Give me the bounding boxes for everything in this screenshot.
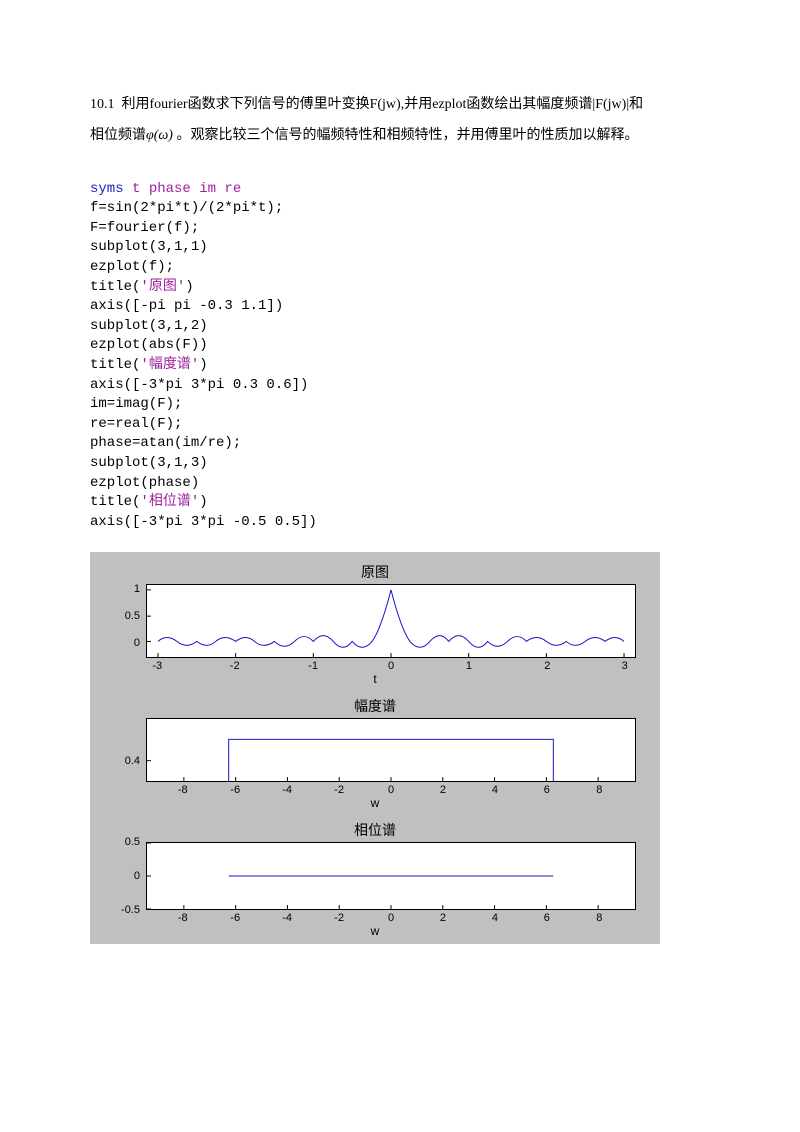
- code-line: ezplot(f);: [90, 259, 174, 275]
- y-tick: 1: [134, 583, 140, 595]
- y-ticks-3: 0.5 0 -0.5: [104, 842, 142, 910]
- x-tick: 2: [544, 660, 550, 672]
- x-tick: -2: [334, 784, 344, 796]
- problem-line1: 利用fourier函数求下列信号的傅里叶变换F(jw),并用ezplot函数绘出…: [122, 97, 644, 112]
- subplot-2: 幅度谱 0.4: [104, 696, 646, 810]
- x-tick: 0: [388, 660, 394, 672]
- x-tick: -2: [230, 660, 240, 672]
- subplot-1: 原图 1 0.5 0: [104, 562, 646, 686]
- x-ticks-2: -8 -6 -4 -2 0 2 4 6 8: [146, 784, 636, 798]
- x-tick: -6: [230, 784, 240, 796]
- problem-statement: 10.1 利用fourier函数求下列信号的傅里叶变换F(jw),并用ezplo…: [90, 90, 710, 152]
- y-tick: -0.5: [121, 904, 140, 916]
- keyword-syms: syms: [90, 181, 124, 197]
- matlab-code: syms t phase im re f=sin(2*pi*t)/(2*pi*t…: [90, 180, 710, 533]
- x-tick: -4: [282, 784, 292, 796]
- code-line: subplot(3,1,1): [90, 239, 208, 255]
- y-tick: 0: [134, 870, 140, 882]
- x-tick: 3: [622, 660, 628, 672]
- code-line: re=real(F);: [90, 416, 182, 432]
- x-tick: 1: [466, 660, 472, 672]
- syms-vars: t phase im re: [124, 181, 242, 197]
- problem-number: 10.1: [90, 97, 115, 112]
- code-line: ezplot(abs(F)): [90, 337, 208, 353]
- string-literal: '幅度谱': [140, 357, 199, 373]
- problem-line2a: 相位频谱: [90, 128, 146, 143]
- code-line: phase=atan(im/re);: [90, 435, 241, 451]
- string-literal: '原图': [140, 279, 185, 295]
- code-line: title(: [90, 279, 140, 295]
- x-tick: 4: [492, 912, 498, 924]
- y-tick: 0.4: [125, 755, 140, 767]
- code-line: ezplot(phase): [90, 475, 199, 491]
- x-label-1: t: [104, 672, 646, 686]
- subplot-3-title: 相位谱: [104, 820, 646, 840]
- plot-box-3: [146, 842, 636, 910]
- rect-curve: [229, 740, 554, 782]
- x-tick: 0: [388, 912, 394, 924]
- x-tick: -8: [178, 784, 188, 796]
- x-tick: -1: [308, 660, 318, 672]
- x-tick: -4: [282, 912, 292, 924]
- x-tick: -6: [230, 912, 240, 924]
- string-literal: '相位谱': [140, 494, 199, 510]
- x-tick: 4: [492, 784, 498, 796]
- matlab-figure: 原图 1 0.5 0: [90, 552, 660, 944]
- x-tick: 2: [440, 912, 446, 924]
- x-ticks-3: -8 -6 -4 -2 0 2 4 6 8: [146, 912, 636, 926]
- x-ticks-1: -3 -2 -1 0 1 2 3: [146, 660, 636, 674]
- x-tick: 6: [544, 912, 550, 924]
- code-line: f=sin(2*pi*t)/(2*pi*t);: [90, 200, 283, 216]
- code-line: ): [199, 494, 207, 510]
- x-tick: 8: [596, 784, 602, 796]
- x-tick: 2: [440, 784, 446, 796]
- x-tick: -2: [334, 912, 344, 924]
- plot-box-2: [146, 718, 636, 782]
- document-page: 10.1 利用fourier函数求下列信号的傅里叶变换F(jw),并用ezplo…: [0, 0, 800, 984]
- code-line: subplot(3,1,3): [90, 455, 208, 471]
- axes-3: 0.5 0 -0.5: [104, 842, 646, 926]
- code-line: subplot(3,1,2): [90, 318, 208, 334]
- sinc-curve: [158, 590, 624, 647]
- y-ticks-1: 1 0.5 0: [104, 584, 142, 658]
- axes-2: 0.4: [104, 718, 646, 798]
- code-line: axis([-pi pi -0.3 1.1]): [90, 298, 283, 314]
- x-tick: 6: [544, 784, 550, 796]
- y-tick: 0: [134, 637, 140, 649]
- subplot-3: 相位谱 0.5 0 -0.5: [104, 820, 646, 938]
- code-line: title(: [90, 357, 140, 373]
- subplot-2-title: 幅度谱: [104, 696, 646, 716]
- plot-box-1: [146, 584, 636, 658]
- code-line: axis([-3*pi 3*pi 0.3 0.6]): [90, 377, 308, 393]
- x-tick: 0: [388, 784, 394, 796]
- code-line: F=fourier(f);: [90, 220, 199, 236]
- x-tick: -3: [152, 660, 162, 672]
- y-ticks-2: 0.4: [104, 718, 142, 782]
- x-tick: -8: [178, 912, 188, 924]
- code-line: im=imag(F);: [90, 396, 182, 412]
- x-label-3: w: [104, 924, 646, 938]
- y-tick: 0.5: [125, 610, 140, 622]
- axes-1: 1 0.5 0: [104, 584, 646, 674]
- problem-line2b: 。观察比较三个信号的幅频特性和相频特性，并用傅里叶的性质加以解释。: [176, 128, 638, 143]
- code-line: ): [185, 279, 193, 295]
- x-tick: 8: [596, 912, 602, 924]
- y-tick: 0.5: [125, 836, 140, 848]
- code-line: ): [199, 357, 207, 373]
- phi-symbol: φ(ω): [146, 128, 173, 143]
- x-label-2: w: [104, 796, 646, 810]
- subplot-1-title: 原图: [104, 562, 646, 582]
- code-line: title(: [90, 494, 140, 510]
- code-line: axis([-3*pi 3*pi -0.5 0.5]): [90, 514, 317, 530]
